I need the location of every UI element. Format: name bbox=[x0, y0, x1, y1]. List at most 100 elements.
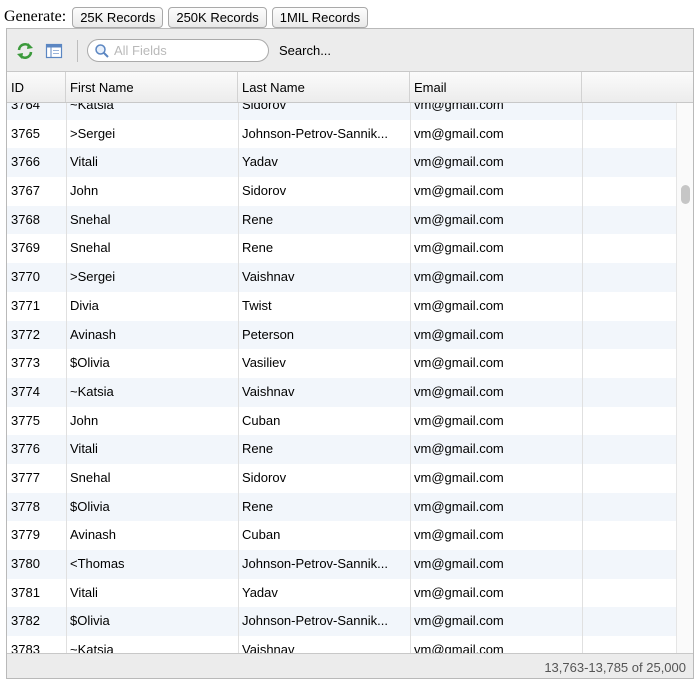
table-row[interactable]: 3776 Vitali Rene vm@gmail.com bbox=[7, 435, 676, 464]
cell-id: 3772 bbox=[11, 326, 40, 342]
table-row[interactable]: 3770 >Sergei Vaishnav vm@gmail.com bbox=[7, 263, 676, 292]
toolbar-separator bbox=[77, 40, 78, 62]
cell-id: 3778 bbox=[11, 498, 40, 514]
cell-email: vm@gmail.com bbox=[414, 556, 504, 571]
cell-last-name: Rene bbox=[242, 498, 274, 514]
column-header-spacer bbox=[582, 72, 693, 102]
cell-email: vm@gmail.com bbox=[414, 412, 504, 428]
cell-email: vm@gmail.com bbox=[414, 211, 504, 227]
grid-footer: 13,763-13,785 of 25,000 bbox=[7, 653, 693, 678]
cell-email: vm@gmail.com bbox=[414, 527, 504, 543]
table-row[interactable]: 3779 Avinash Cuban vm@gmail.com bbox=[7, 521, 676, 550]
generate-250k-button[interactable]: 250K Records bbox=[168, 6, 267, 28]
table-row[interactable]: 3775 John Cuban vm@gmail.com bbox=[7, 407, 676, 436]
table-row[interactable]: 3773 $Olivia Vasiliev vm@gmail.com bbox=[7, 349, 676, 378]
vertical-scrollbar[interactable] bbox=[676, 103, 693, 653]
cell-id: 3764 bbox=[11, 103, 40, 112]
search-icon bbox=[95, 44, 109, 58]
cell-first-name: Vitali bbox=[70, 154, 98, 170]
cell-email: vm@gmail.com bbox=[414, 355, 504, 371]
table-row[interactable]: 3780 <Thomas Johnson-Petrov-Sannik... vm@gm… bbox=[7, 550, 676, 579]
cell-email: vm@gmail.com bbox=[414, 584, 504, 600]
table-row[interactable]: 3767 John Sidorov vm@gmail.com bbox=[7, 177, 676, 206]
cell-email: vm@gmail.com bbox=[414, 498, 504, 514]
table-row[interactable]: 3783 ~Katsia Vaishnav vm@gmail.com bbox=[7, 636, 676, 653]
cell-email: vm@gmail.com bbox=[414, 469, 504, 485]
table-row[interactable]: 3764 ~Katsia Sidorov vm@gmail.com bbox=[7, 103, 676, 120]
cell-id: 3770 bbox=[11, 269, 40, 285]
cell-last-name: Sidorov bbox=[242, 103, 287, 112]
cell-first-name: >Sergei bbox=[70, 269, 116, 285]
cell-last-name: Johnson-Petrov-Sannik... bbox=[242, 125, 388, 141]
cell-email: vm@gmail.com bbox=[414, 297, 504, 313]
table-row[interactable]: 3765 >Sergei Johnson-Petrov-Sannik... vm@gm… bbox=[7, 120, 676, 149]
cell-first-name: ~Katsia bbox=[70, 103, 114, 112]
cell-first-name: >Sergei bbox=[70, 125, 116, 141]
cell-first-name: Snehal bbox=[70, 240, 111, 256]
table-row[interactable]: 3778 $Olivia Rene vm@gmail.com bbox=[7, 492, 676, 522]
cell-first-name: Snehal bbox=[70, 469, 111, 485]
cell-first-name: ~Katsia bbox=[70, 642, 114, 653]
column-header-last-name[interactable]: Last Name bbox=[238, 72, 410, 102]
column-header-first-name[interactable]: First Name bbox=[66, 72, 238, 102]
table-row[interactable]: 3768 Snehal Rene vm@gmail.com bbox=[7, 205, 676, 235]
cell-email: vm@gmail.com bbox=[414, 183, 504, 199]
scrollbar-thumb[interactable] bbox=[681, 185, 690, 204]
cell-last-name: Twist bbox=[242, 297, 272, 313]
cell-last-name: Rene bbox=[242, 240, 274, 256]
cell-first-name: $Olivia bbox=[70, 498, 110, 514]
cell-first-name: John bbox=[70, 412, 99, 428]
table-row[interactable]: 3771 Divia Twist vm@gmail.com bbox=[7, 292, 676, 321]
cell-first-name: Snehal bbox=[70, 211, 111, 227]
cell-email: vm@gmail.com bbox=[414, 240, 504, 256]
grid-header: ID First Name Last Name Email bbox=[7, 72, 693, 103]
cell-first-name: $Olivia bbox=[70, 613, 110, 629]
cell-email: vm@gmail.com bbox=[414, 154, 504, 170]
cell-email: vm@gmail.com bbox=[414, 441, 504, 457]
table-row[interactable]: 3766 Vitali Yadav vm@gmail.com bbox=[7, 148, 676, 178]
cell-email: vm@gmail.com bbox=[414, 103, 504, 112]
cell-id: 3782 bbox=[11, 613, 40, 629]
cell-last-name: Vaishnav bbox=[242, 383, 295, 399]
column-divider bbox=[66, 103, 67, 653]
cell-last-name: Rene bbox=[242, 441, 274, 457]
cell-id: 3773 bbox=[11, 355, 40, 371]
generate-label: Generate: bbox=[4, 8, 67, 25]
search-input[interactable] bbox=[114, 42, 259, 59]
cell-id: 3767 bbox=[11, 183, 40, 199]
cell-last-name: Cuban bbox=[242, 527, 281, 543]
table-row[interactable]: 3781 Vitali Yadav vm@gmail.com bbox=[7, 579, 676, 608]
cell-last-name: Sidorov bbox=[242, 469, 287, 485]
reload-icon[interactable] bbox=[16, 42, 34, 60]
table-row[interactable]: 3769 Snehal Rene vm@gmail.com bbox=[7, 234, 676, 263]
cell-last-name: Vasiliev bbox=[242, 355, 286, 371]
cell-first-name: Avinash bbox=[70, 326, 117, 342]
generate-25k-button[interactable]: 25K Records bbox=[72, 6, 164, 28]
generate-1mil-button[interactable]: 1MIL Records bbox=[271, 6, 369, 28]
table-row[interactable]: 3772 Avinash Peterson vm@gmail.com bbox=[7, 320, 676, 350]
column-header-email[interactable]: Email bbox=[410, 72, 582, 102]
cell-first-name: Vitali bbox=[70, 584, 98, 600]
column-header-id[interactable]: ID bbox=[7, 72, 66, 102]
table-row[interactable]: 3774 ~Katsia Vaishnav vm@gmail.com bbox=[7, 377, 676, 407]
cell-last-name: Vaishnav bbox=[242, 269, 295, 285]
cell-id: 3779 bbox=[11, 527, 40, 543]
cell-first-name: Avinash bbox=[70, 527, 117, 543]
search-button[interactable]: Search... bbox=[279, 43, 331, 58]
search-box[interactable] bbox=[87, 39, 269, 62]
cell-id: 3780 bbox=[11, 556, 40, 571]
table-row[interactable]: 3777 Snehal Sidorov vm@gmail.com bbox=[7, 464, 676, 493]
cell-first-name: ~Katsia bbox=[70, 383, 114, 399]
column-divider bbox=[582, 103, 583, 653]
cell-last-name: Rene bbox=[242, 211, 274, 227]
cell-last-name: Johnson-Petrov-Sannik... bbox=[242, 556, 388, 571]
columns-icon[interactable] bbox=[45, 42, 63, 60]
cell-first-name: John bbox=[70, 183, 99, 199]
table-row[interactable]: 3782 $Olivia Johnson-Petrov-Sannik... vm@gm… bbox=[7, 607, 676, 637]
cell-id: 3769 bbox=[11, 240, 40, 256]
cell-last-name: Yadav bbox=[242, 154, 278, 170]
cell-first-name: $Olivia bbox=[70, 355, 110, 371]
cell-id: 3776 bbox=[11, 441, 40, 457]
cell-first-name: Vitali bbox=[70, 441, 98, 457]
cell-email: vm@gmail.com bbox=[414, 613, 504, 629]
